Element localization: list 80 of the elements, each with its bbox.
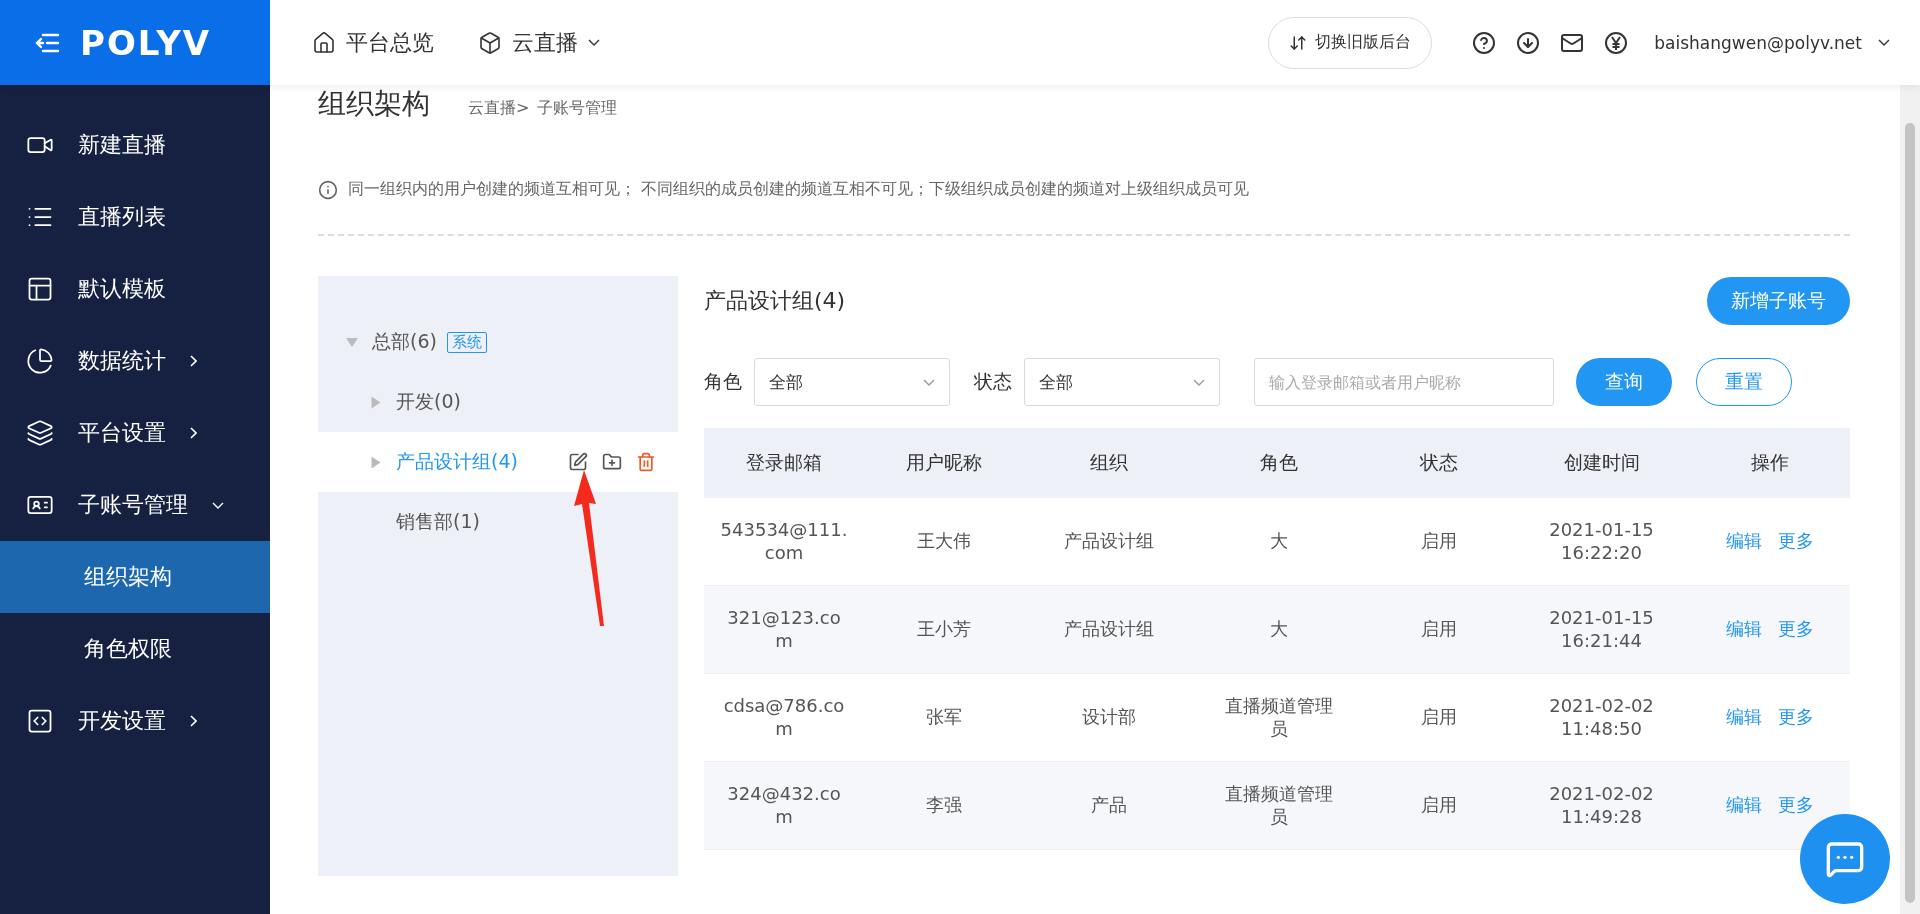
table-cell: 543534@111.com <box>719 519 849 564</box>
tree-node-label[interactable]: 总部(6) <box>372 329 437 355</box>
tree-node-label[interactable]: 开发(0) <box>396 389 461 415</box>
sidebar-item[interactable]: 新建直播 <box>0 109 270 181</box>
tree-node-label[interactable]: 销售部(1) <box>396 509 480 535</box>
edit-icon[interactable] <box>567 452 588 472</box>
table-cell: 王小芳 <box>917 618 971 641</box>
column-header: 创建时间 <box>1514 428 1689 498</box>
table-cell: 启用 <box>1421 530 1457 553</box>
table-cell: 设计部 <box>1082 706 1136 729</box>
filter-label: 状态 <box>974 369 1012 394</box>
sidebar-item-icon <box>26 419 54 447</box>
chevron-right-icon[interactable] <box>190 427 197 439</box>
column-header: 角色 <box>1194 428 1364 498</box>
sidebar-item-icon <box>26 275 54 303</box>
chevron-right-icon[interactable] <box>190 355 197 367</box>
filter-label: 角色 <box>704 369 742 394</box>
table-cell-text: 2021-01-15 16:21:44 <box>1548 607 1655 652</box>
sidebar-item[interactable]: 平台设置 <box>0 397 270 469</box>
sidebar-item-icon <box>26 707 54 735</box>
breadcrumb-item[interactable]: 云直播> <box>468 98 530 119</box>
breadcrumb-item[interactable]: 子账号管理 <box>537 98 618 119</box>
table-cell: 王大伟 <box>917 530 971 553</box>
table-cell-text: 直播频道管理员 <box>1224 783 1334 828</box>
table-cell-text: cdsa@786.com <box>722 695 846 740</box>
sidebar-subitem[interactable]: 组织架构 <box>0 541 270 613</box>
table-cell: 李强 <box>926 794 962 817</box>
home-icon <box>312 30 336 55</box>
cube-icon <box>478 30 502 55</box>
yen-icon[interactable] <box>1604 30 1629 55</box>
sidebar-item[interactable]: 数据统计 <box>0 325 270 397</box>
column-header: 状态 <box>1364 428 1514 498</box>
swap-arrows-icon <box>1289 33 1308 52</box>
sidebar-item[interactable]: 默认模板 <box>0 253 270 325</box>
top-nav-item[interactable]: 云直播 <box>478 27 600 58</box>
chat-icon <box>1825 839 1865 879</box>
table-cell: 产品设计组 <box>1064 618 1154 641</box>
help-icon[interactable] <box>1472 30 1497 55</box>
table-cell: 大 <box>1270 618 1288 641</box>
column-header: 登录邮箱 <box>704 428 864 498</box>
filter-select[interactable]: 全部 <box>754 358 950 406</box>
account-menu[interactable]: baishangwen@polyv.net <box>1654 32 1890 53</box>
delete-icon[interactable] <box>635 452 656 472</box>
table-cell-text: 324@432.com <box>726 783 842 828</box>
notice-text: 同一组织内的用户创建的频道互相可见； 不同组织的成员创建的频道互相不可见；下级组织成员创建的频道对上级组织成员可见 <box>348 179 1250 200</box>
sidebar-item-icon <box>26 347 54 375</box>
chevron-down-icon[interactable] <box>1878 39 1890 46</box>
table-cell-text: 321@123.com <box>726 607 842 652</box>
table-cell: 产品设计组 <box>1064 530 1154 553</box>
chevron-down-icon[interactable] <box>588 39 600 46</box>
column-header: 操作 <box>1689 428 1850 498</box>
table-cell-text: 2021-01-15 16:22:20 <box>1548 519 1655 564</box>
filter-select[interactable]: 全部 <box>1024 358 1220 406</box>
column-header: 组织 <box>1024 428 1194 498</box>
sidebar-item[interactable]: 开发设置 <box>0 685 270 757</box>
top-nav-item[interactable]: 平台总览 <box>312 27 434 58</box>
scrollbar-thumb[interactable] <box>1905 123 1915 903</box>
column-header: 用户昵称 <box>864 428 1024 498</box>
table-cell: 启用 <box>1421 706 1457 729</box>
table-cell-text: 2021-02-02 11:48:50 <box>1548 695 1655 740</box>
system-tag: 系统 <box>446 331 487 353</box>
menu-icon[interactable] <box>34 31 60 54</box>
table-cell-text: 2021-02-02 11:49:28 <box>1548 783 1655 828</box>
page-title: 组织架构 <box>318 86 430 122</box>
group-title: 产品设计组(4) <box>704 287 846 315</box>
add-folder-icon[interactable] <box>601 452 622 472</box>
table-cell: 张军 <box>926 706 962 729</box>
table-cell: 启用 <box>1421 794 1457 817</box>
sidebar-item[interactable]: 子账号管理 <box>0 469 270 541</box>
info-icon <box>318 179 338 200</box>
chevron-right-icon[interactable] <box>190 715 197 727</box>
download-icon[interactable] <box>1516 30 1541 55</box>
table-cell: 大 <box>1270 530 1288 553</box>
table-cell-text: 直播频道管理员 <box>1224 695 1334 740</box>
table-cell: 启用 <box>1421 618 1457 641</box>
sidebar-item[interactable]: 直播列表 <box>0 181 270 253</box>
sidebar-subitem[interactable]: 角色权限 <box>0 613 270 685</box>
search-field[interactable]: 输入登录邮箱或者用户昵称 <box>1254 358 1554 406</box>
table-cell: 产品 <box>1091 794 1127 817</box>
switch-version-button[interactable]: 切换旧版后台 <box>1268 16 1433 69</box>
